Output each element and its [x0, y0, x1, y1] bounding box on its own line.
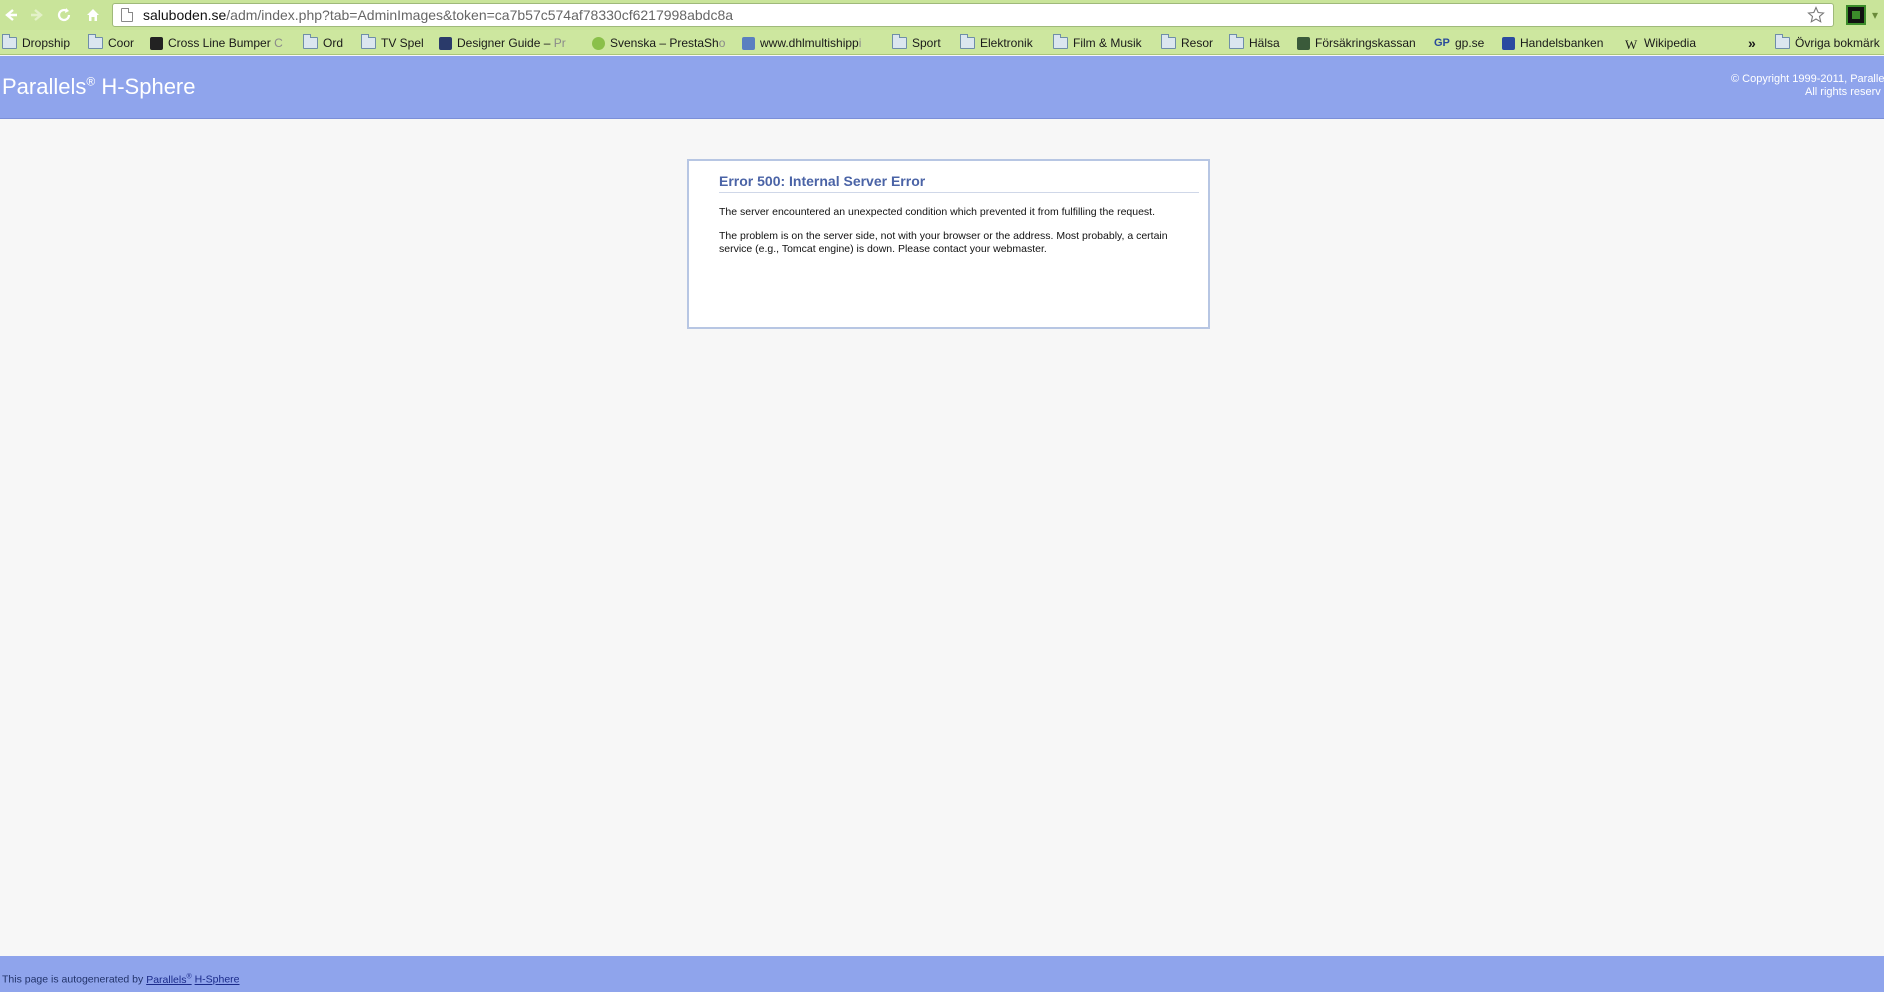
- bookmark-label: Hälsa: [1249, 36, 1280, 50]
- page-footer: This page is autogenerated by Parallels®…: [0, 956, 1884, 992]
- bookmark-label-fade: C: [274, 36, 283, 50]
- bookmark-ord[interactable]: Ord: [303, 34, 343, 52]
- error-panel: Error 500: Internal Server Error The ser…: [687, 159, 1210, 329]
- bookmark-forsakringskassan[interactable]: Försäkringskassan: [1297, 34, 1416, 52]
- bookmark-label: Sport: [912, 36, 941, 50]
- bookmark-cross-line-bumper[interactable]: Cross Line Bumper C: [150, 34, 283, 52]
- footer-text: This page is autogenerated by Parallels®…: [2, 973, 240, 986]
- folder-icon: [361, 34, 376, 49]
- brand-name: Parallels: [2, 74, 87, 99]
- bookmark-label: gp.se: [1455, 36, 1485, 50]
- error-message: The server encountered an unexpected con…: [719, 206, 1156, 218]
- bookmark-elektronik[interactable]: Elektronik: [960, 34, 1033, 52]
- site-icon: [1297, 36, 1310, 50]
- bookmark-label: Film & Musik: [1073, 36, 1142, 50]
- folder-icon: [1161, 34, 1176, 49]
- gp-logo-icon: GP: [1434, 37, 1450, 49]
- bookmark-label: Ord: [323, 36, 344, 50]
- brand-title: Parallels® H-Sphere: [2, 74, 196, 100]
- bookmark-film-musik[interactable]: Film & Musik: [1053, 34, 1142, 52]
- copyright-line: © Copyright 1999-2011, Paralle: [1731, 73, 1884, 85]
- bookmark-label-fade: i: [858, 36, 862, 50]
- error-title: Error 500: Internal Server Error: [719, 173, 1199, 193]
- h-sphere-link[interactable]: H-Sphere: [195, 974, 240, 986]
- bookmark-dhlmultishipping[interactable]: www.dhlmultishipp i: [742, 34, 861, 52]
- bookmark-tv-spel[interactable]: TV Spel: [361, 34, 424, 52]
- bookmark-label: Designer Guide –: [457, 36, 551, 50]
- bookmark-label: Svenska – PrestaSh: [610, 36, 719, 50]
- page-icon: [121, 8, 133, 22]
- bookmark-sport[interactable]: Sport: [892, 34, 941, 52]
- site-icon: [742, 36, 755, 50]
- bookmark-wikipedia[interactable]: W Wikipedia: [1625, 34, 1696, 52]
- bookmark-label: Handelsbanken: [1520, 36, 1604, 50]
- bookmark-dropship[interactable]: Dropship: [2, 34, 70, 52]
- bookmark-label: Elektronik: [980, 36, 1033, 50]
- wikipedia-w-icon: W: [1625, 37, 1638, 52]
- folder-icon: [303, 34, 318, 49]
- site-icon: [439, 36, 452, 50]
- extension-icon[interactable]: [1846, 5, 1866, 25]
- site-icon: [1502, 36, 1515, 50]
- footer-registered-mark: ®: [186, 973, 192, 980]
- bookmark-label: Försäkringskassan: [1315, 36, 1416, 50]
- bookmark-label: TV Spel: [381, 36, 424, 50]
- error-details: The problem is on the server side, not w…: [719, 230, 1168, 255]
- address-bar[interactable]: saluboden.se/adm/index.php?tab=AdminImag…: [112, 3, 1834, 27]
- other-bookmarks[interactable]: Övriga bokmärk: [1775, 34, 1880, 52]
- folder-icon: [88, 34, 103, 49]
- bookmark-label: Cross Line Bumper: [168, 36, 271, 50]
- copyright-notice: © Copyright 1999-2011, Paralle All right…: [1731, 73, 1884, 99]
- registered-mark: ®: [86, 74, 96, 89]
- bookmark-designer-guide[interactable]: Designer Guide – Pr: [439, 34, 566, 52]
- home-icon[interactable]: [82, 4, 104, 26]
- reload-icon[interactable]: [53, 4, 75, 26]
- bookmark-label: Wikipedia: [1644, 36, 1697, 50]
- folder-icon: [892, 34, 907, 49]
- bookmark-label: www.dhlmultishipp: [760, 36, 859, 50]
- folder-icon: [1775, 34, 1790, 49]
- bookmark-label: Resor: [1181, 36, 1214, 50]
- bookmark-handelsbanken[interactable]: Handelsbanken: [1502, 34, 1603, 52]
- url-host: saluboden.se: [143, 7, 227, 23]
- bookmark-label: Övriga bokmärk: [1795, 36, 1880, 50]
- folder-icon: [1053, 34, 1068, 49]
- bookmark-label-fade: Pr: [553, 36, 566, 50]
- parallels-link[interactable]: Parallels®: [146, 973, 192, 986]
- footer-prefix: This page is autogenerated by: [2, 973, 147, 986]
- footer-link-brand: Parallels: [146, 973, 187, 986]
- site-icon: [592, 36, 605, 50]
- bookmark-halsa[interactable]: Hälsa: [1229, 34, 1280, 52]
- bookmark-label: Coor: [108, 36, 135, 50]
- page-header: Parallels® H-Sphere © Copyright 1999-201…: [0, 56, 1884, 119]
- brand-product: H-Sphere: [95, 74, 196, 99]
- bookmarks-bar: Dropship Coor Cross Line Bumper C Ord TV…: [0, 30, 1884, 55]
- bookmark-star-icon[interactable]: [1807, 6, 1825, 29]
- bookmark-svenska-prestashop[interactable]: Svenska – PrestaSh o: [592, 34, 725, 52]
- bookmark-gp-se[interactable]: GP gp.se: [1434, 34, 1484, 52]
- forward-arrow-icon[interactable]: [26, 4, 48, 26]
- url-path: /adm/index.php?tab=AdminImages&token=ca7…: [226, 7, 734, 23]
- folder-icon: [2, 34, 17, 49]
- site-icon: [150, 36, 163, 50]
- bookmark-resor[interactable]: Resor: [1161, 34, 1213, 52]
- folder-icon: [960, 34, 975, 49]
- more-bookmarks-chevron-icon[interactable]: »: [1748, 34, 1756, 52]
- folder-icon: [1229, 34, 1244, 49]
- rights-line: All rights reserv: [1805, 86, 1881, 98]
- back-arrow-icon[interactable]: [0, 4, 22, 26]
- bookmark-label-fade: o: [718, 36, 726, 50]
- wrench-menu-icon[interactable]: ▾: [1872, 8, 1878, 22]
- bookmark-coor[interactable]: Coor: [88, 34, 134, 52]
- bookmark-label: Dropship: [22, 36, 71, 50]
- browser-toolbar: saluboden.se/adm/index.php?tab=AdminImag…: [0, 0, 1884, 30]
